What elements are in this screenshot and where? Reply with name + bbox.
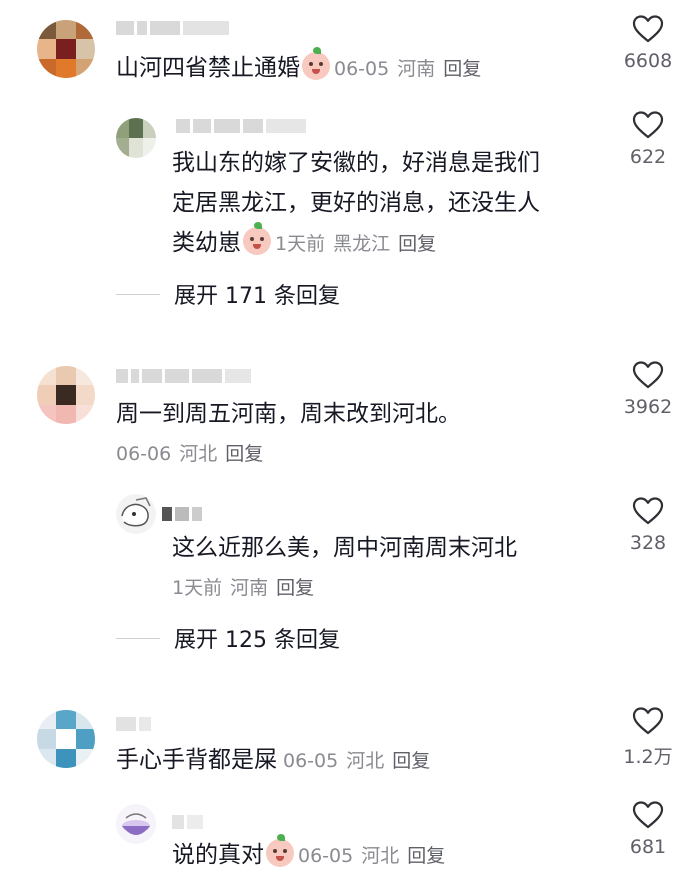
comment-meta: 06-06 河北 回复 <box>116 434 263 474</box>
avatar[interactable] <box>37 366 95 424</box>
heart-outline-icon <box>632 361 664 389</box>
reply-location: 黑龙江 <box>333 233 391 255</box>
like-button[interactable]: 3962 <box>608 360 688 418</box>
reply-button[interactable]: 回复 <box>443 58 481 80</box>
username-blurred[interactable] <box>116 366 251 386</box>
peach-emoji-icon <box>266 834 294 867</box>
peach-emoji-icon <box>243 222 271 255</box>
like-button[interactable]: 6608 <box>608 14 688 72</box>
reply-meta: 1天前 河南 回复 <box>172 568 314 608</box>
like-count: 6608 <box>623 50 673 72</box>
heart-outline-icon <box>632 111 664 139</box>
heart-outline-icon <box>632 801 664 829</box>
comment-date: 06-06 <box>116 443 172 465</box>
heart-outline-icon <box>632 15 664 43</box>
reply-button[interactable]: 回复 <box>276 577 314 599</box>
reply-avatar[interactable] <box>116 804 156 844</box>
username-blurred[interactable] <box>116 18 229 38</box>
reply-button[interactable]: 回复 <box>392 750 430 772</box>
like-count: 1.2万 <box>623 746 673 768</box>
comment-text: 手心手背都是屎 06-05 河北 回复 <box>116 747 431 773</box>
divider <box>116 637 160 639</box>
avatar[interactable] <box>37 20 95 78</box>
reply-text-line-3: 类幼崽 1天前 黑龙江 回复 <box>172 222 436 264</box>
comment-text: 山河四省禁止通婚 06-05 河南 回复 <box>116 47 481 89</box>
expand-replies-label: 展开 171 条回复 <box>174 284 340 309</box>
like-count: 3962 <box>623 396 673 418</box>
comment-date: 06-05 <box>334 58 390 80</box>
reply-button[interactable]: 回复 <box>398 233 436 255</box>
reply-location: 河南 <box>230 577 269 599</box>
comment-date: 06-05 <box>283 750 339 772</box>
reply-date: 1天前 <box>275 233 326 255</box>
username-blurred[interactable] <box>116 714 151 734</box>
reply-date: 1天前 <box>172 577 223 599</box>
comment-location: 河北 <box>346 750 385 772</box>
reply-text-line-2: 定居黑龙江，更好的消息，还没生人 <box>172 190 540 216</box>
reply-username-blurred[interactable] <box>176 116 306 136</box>
reply-text: 这么近那么美，周中河南周末河北 <box>172 535 517 561</box>
like-button[interactable]: 681 <box>608 800 688 858</box>
reply-username-blurred[interactable] <box>162 504 202 524</box>
like-button[interactable]: 622 <box>608 110 688 168</box>
comment-text: 周一到周五河南，周末改到河北。 <box>116 401 461 427</box>
reply-button[interactable]: 回复 <box>407 845 445 867</box>
like-count: 681 <box>629 836 667 858</box>
reply-avatar[interactable] <box>116 118 156 158</box>
like-count: 328 <box>629 532 667 554</box>
comment-location: 河南 <box>397 58 436 80</box>
reply-location: 河北 <box>361 845 400 867</box>
peach-emoji-icon <box>302 47 330 80</box>
heart-outline-icon <box>632 707 664 735</box>
avatar[interactable] <box>37 710 95 768</box>
sketch-avatar-icon <box>121 497 151 527</box>
like-button[interactable]: 328 <box>608 496 688 554</box>
expand-replies-button[interactable]: 展开 171 条回复 <box>116 278 340 310</box>
reply-button[interactable]: 回复 <box>225 443 263 465</box>
like-count: 622 <box>629 146 667 168</box>
comment-location: 河北 <box>179 443 218 465</box>
reply-username-blurred[interactable] <box>172 812 203 832</box>
like-button[interactable]: 1.2万 <box>608 706 688 769</box>
reply-text: 说的真对 06-05 河北 回复 <box>172 834 445 876</box>
divider <box>116 293 160 295</box>
bowl-avatar-icon <box>122 813 150 835</box>
heart-outline-icon <box>632 497 664 525</box>
expand-replies-button[interactable]: 展开 125 条回复 <box>116 622 340 654</box>
reply-date: 06-05 <box>298 845 354 867</box>
reply-avatar[interactable] <box>116 494 156 534</box>
reply-text-line-1: 我山东的嫁了安徽的，好消息是我们 <box>172 150 540 176</box>
expand-replies-label: 展开 125 条回复 <box>174 628 340 653</box>
